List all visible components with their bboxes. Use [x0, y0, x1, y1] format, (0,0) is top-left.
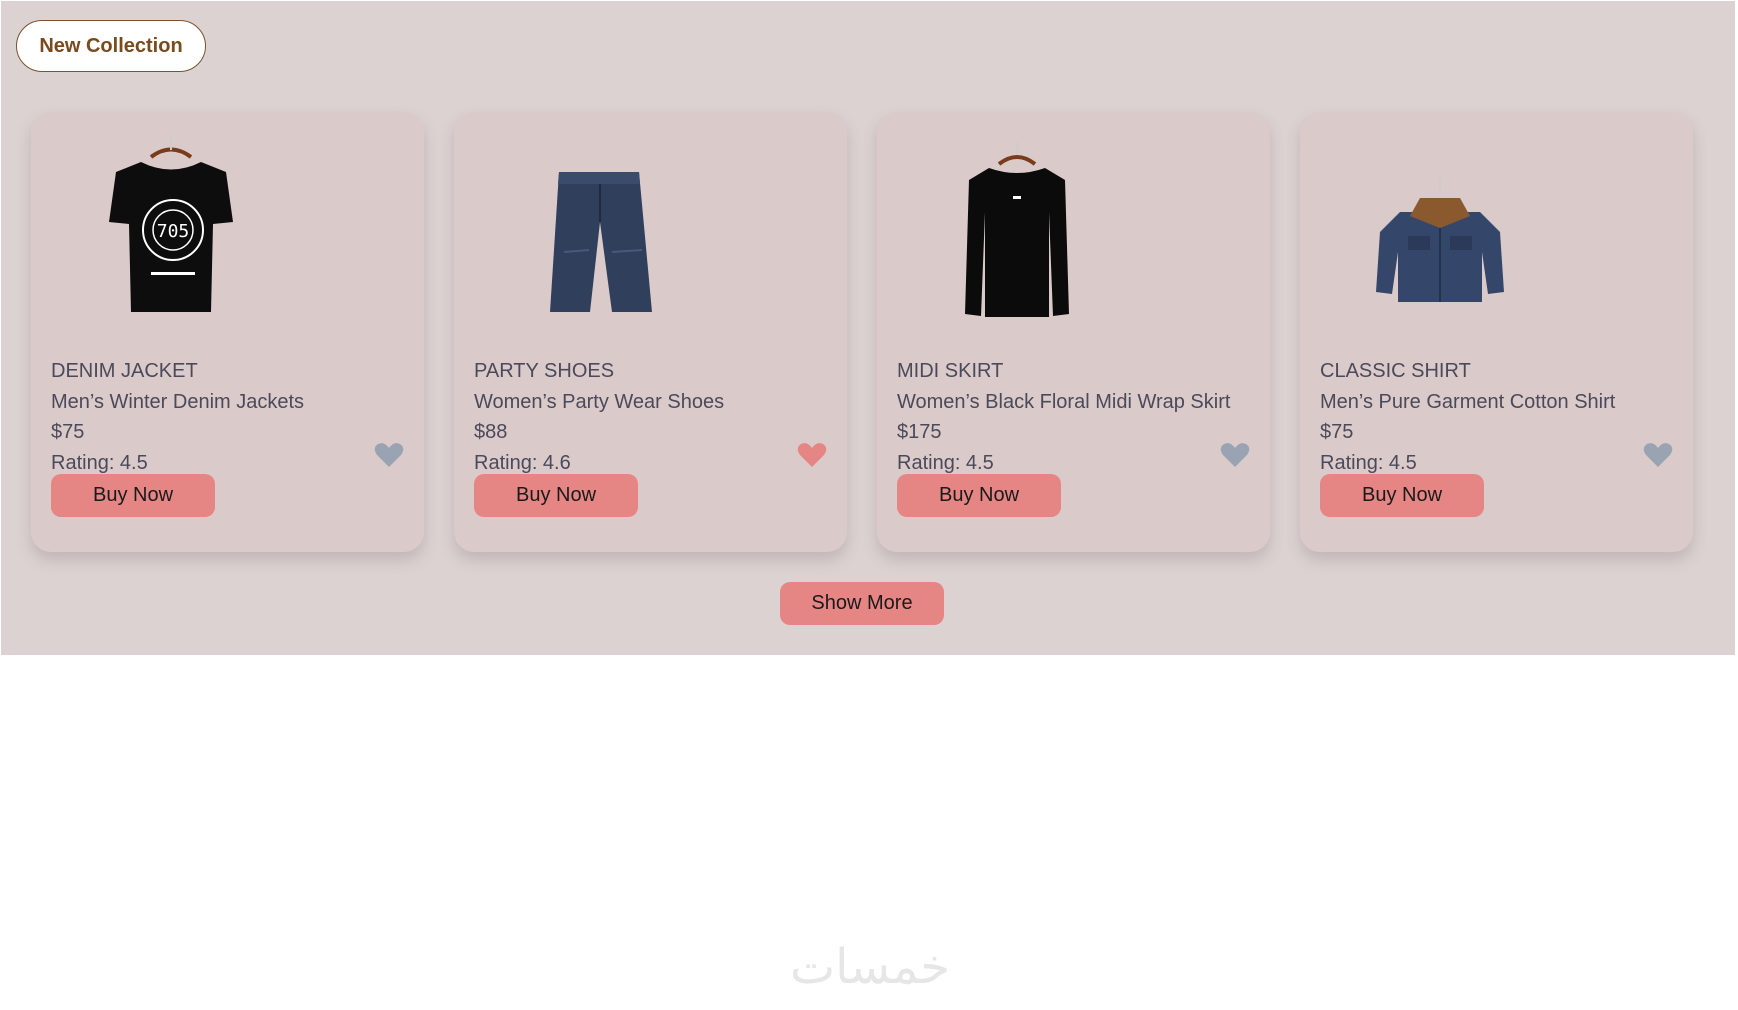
product-card: PARTY SHOES Women’s Party Wear Shoes $88… [454, 112, 847, 552]
buy-now-button[interactable]: Buy Now [474, 474, 638, 517]
heart-icon[interactable] [374, 442, 404, 468]
jeans-icon[interactable] [494, 132, 694, 332]
product-category: DENIM JACKET [51, 360, 198, 382]
product-price: $88 [474, 421, 508, 443]
product-price: $175 [897, 421, 942, 443]
buy-now-button[interactable]: Buy Now [51, 474, 215, 517]
product-category: CLASSIC SHIRT [1320, 360, 1471, 382]
new-collection-section: New Collection 705 DENIM JACKET Men’s Wi… [1, 1, 1735, 655]
tshirt-icon[interactable]: 705 [71, 132, 271, 332]
show-more-button[interactable]: Show More [780, 582, 944, 625]
product-grid: 705 DENIM JACKET Men’s Winter Denim Jack… [31, 112, 1693, 552]
buy-now-button[interactable]: Buy Now [897, 474, 1061, 517]
product-name: Men’s Winter Denim Jackets [51, 390, 305, 413]
product-price: $75 [1320, 421, 1354, 443]
product-price: $75 [51, 421, 85, 443]
product-category: MIDI SKIRT [897, 360, 1004, 382]
product-card: CLASSIC SHIRT Men’s Pure Garment Cotton … [1300, 112, 1693, 552]
buy-now-button[interactable]: Buy Now [1320, 474, 1484, 517]
product-name: Women’s Party Wear Shoes [474, 390, 725, 413]
longsleeve-icon[interactable] [917, 132, 1117, 332]
new-collection-badge: New Collection [16, 20, 206, 72]
product-category: PARTY SHOES [474, 360, 615, 382]
product-name: Women’s Black Floral Midi Wrap Skirt [897, 390, 1231, 413]
heart-icon[interactable] [797, 442, 827, 468]
svg-text:705: 705 [157, 221, 190, 242]
product-card: MIDI SKIRT Women’s Black Floral Midi Wra… [877, 112, 1270, 552]
denim-jacket-icon[interactable] [1340, 132, 1540, 332]
heart-icon[interactable] [1220, 442, 1250, 468]
heart-icon[interactable] [1643, 442, 1673, 468]
watermark-text: خمسات [790, 939, 950, 995]
khamsat-watermark-logo: خمسات [760, 935, 980, 995]
product-card: 705 DENIM JACKET Men’s Winter Denim Jack… [31, 112, 424, 552]
product-name: Men’s Pure Garment Cotton Shirt [1320, 390, 1616, 413]
